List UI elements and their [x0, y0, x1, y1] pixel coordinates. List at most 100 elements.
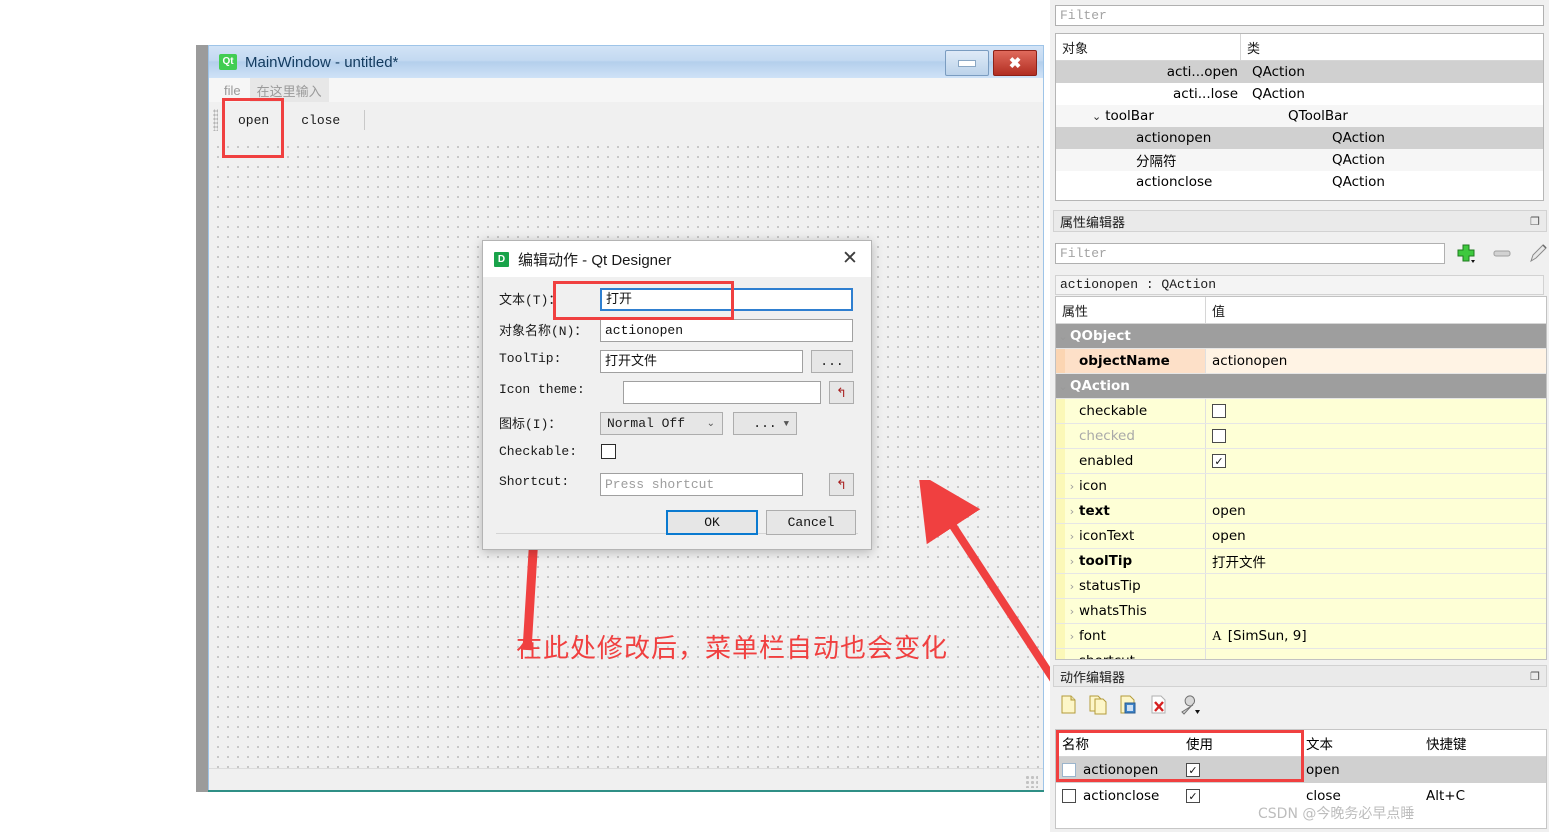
chevron-right-icon[interactable]: ›	[1065, 480, 1079, 493]
float-panel-icon[interactable]: ❐	[1530, 215, 1540, 228]
objectname-field-input[interactable]: actionopen	[600, 319, 853, 342]
chevron-right-icon[interactable]: ›	[1065, 555, 1079, 568]
icon-choose-button[interactable]: ... ▼	[733, 412, 797, 435]
tree-row[interactable]: acti...open QAction	[1056, 61, 1543, 83]
action-editor-title: 动作编辑器	[1060, 670, 1126, 686]
checkable-checkbox[interactable]	[1212, 404, 1226, 418]
icon-field-label: 图标(I)：	[499, 417, 562, 432]
icon-state-combobox[interactable]: Normal Off ⌄	[600, 412, 723, 435]
toolbar-action-close[interactable]: close	[289, 109, 352, 132]
property-row[interactable]: enabled ✓	[1056, 449, 1546, 474]
icon-state-value: Normal Off	[607, 416, 686, 431]
chevron-right-icon[interactable]: ›	[1065, 630, 1079, 643]
icontheme-field-input[interactable]	[623, 381, 821, 404]
property-group-row[interactable]: ⌄ QObject	[1056, 324, 1546, 349]
property-row[interactable]: › whatsThis	[1056, 599, 1546, 624]
property-group-row[interactable]: ⌄ QAction	[1056, 374, 1546, 399]
property-name: statusTip	[1079, 578, 1141, 594]
property-object-line: actionopen : QAction	[1055, 275, 1544, 295]
property-row[interactable]: › toolTip 打开文件	[1056, 549, 1546, 574]
paste-action-icon[interactable]	[1118, 694, 1139, 715]
object-filter-input[interactable]: Filter	[1055, 5, 1544, 26]
font-glyph-icon: A	[1212, 628, 1222, 643]
highlight-box-text-field	[553, 281, 734, 320]
toolbar-separator	[364, 110, 366, 130]
tree-row-class: QToolBar	[1288, 108, 1348, 124]
tooltip-field-label: ToolTip:	[499, 351, 562, 366]
chevron-down-icon[interactable]: ⌄	[1092, 110, 1101, 123]
configure-icon[interactable]	[1178, 694, 1202, 715]
form-menubar[interactable]: file 在这里输入	[209, 77, 1043, 103]
delete-action-icon[interactable]	[1148, 694, 1169, 715]
ok-button[interactable]: OK	[666, 510, 758, 535]
property-value[interactable]: [SimSun, 9]	[1228, 628, 1307, 644]
property-filter-input[interactable]: Filter	[1055, 243, 1445, 264]
tooltip-more-button[interactable]: ...	[811, 350, 853, 373]
tree-row-class: QAction	[1252, 64, 1305, 80]
property-editor-table[interactable]: 属性 值 ⌄ QObject objectName actionopen ⌄ QAc…	[1055, 296, 1547, 660]
chevron-down-icon[interactable]: ⌄	[1056, 330, 1070, 343]
property-row[interactable]: › text open	[1056, 499, 1546, 524]
action-editor-panel-bar[interactable]: 动作编辑器 ❐	[1053, 665, 1547, 687]
object-inspector-tree[interactable]: 对象 类 acti...open QAction acti...lose QAc…	[1055, 33, 1544, 201]
property-row[interactable]: objectName actionopen	[1056, 349, 1546, 374]
form-toolbar[interactable]: open close	[209, 102, 1043, 139]
property-row[interactable]: › icon	[1056, 474, 1546, 499]
property-editor-toolbar	[1455, 242, 1549, 264]
property-name: font	[1079, 628, 1106, 644]
property-row[interactable]: checkable	[1056, 399, 1546, 424]
tree-row[interactable]: 分隔符 QAction	[1056, 149, 1543, 171]
property-row[interactable]: checked	[1056, 424, 1546, 449]
chevron-right-icon[interactable]: ›	[1065, 505, 1079, 518]
chevron-right-icon[interactable]: ›	[1065, 530, 1079, 543]
tooltip-field-input[interactable]: 打开文件	[600, 350, 803, 373]
action-name: actionclose	[1083, 788, 1160, 804]
chevron-down-icon[interactable]: ⌄	[1056, 380, 1070, 393]
property-value[interactable]: open	[1206, 528, 1546, 544]
action-text: open	[1306, 762, 1340, 778]
property-value[interactable]: open	[1206, 503, 1546, 519]
checkable-checkbox[interactable]	[601, 444, 616, 459]
action-text: close	[1306, 788, 1341, 804]
chevron-right-icon[interactable]: ›	[1065, 655, 1079, 660]
close-icon[interactable]: ✕	[839, 248, 861, 270]
tree-row[interactable]: acti...lose QAction	[1056, 83, 1543, 105]
remove-property-icon[interactable]	[1491, 242, 1513, 264]
row-select-checkbox[interactable]	[1062, 789, 1076, 803]
property-editor-panel-bar[interactable]: 属性编辑器 ❐	[1053, 210, 1547, 232]
checked-checkbox[interactable]	[1212, 429, 1226, 443]
used-checkbox[interactable]: ✓	[1186, 789, 1200, 803]
float-panel-icon[interactable]: ❐	[1530, 670, 1540, 683]
property-name: QObject	[1070, 328, 1131, 344]
property-name: iconText	[1079, 528, 1135, 544]
main-window-titlebar: Qt MainWindow - untitled* ✖	[209, 46, 1043, 79]
column-header-shortcut: 快捷键	[1426, 737, 1467, 753]
enabled-checkbox[interactable]: ✓	[1212, 454, 1226, 468]
new-action-icon[interactable]	[1058, 694, 1079, 715]
edit-property-icon[interactable]	[1527, 242, 1549, 264]
cancel-button[interactable]: Cancel	[766, 510, 856, 535]
objectname-field-label: 对象名称(N)：	[499, 324, 588, 339]
form-bottom-accent	[208, 790, 1044, 792]
close-window-button[interactable]: ✖	[993, 50, 1037, 76]
property-row[interactable]: ›shortcut	[1056, 649, 1546, 660]
property-value[interactable]: actionopen	[1206, 353, 1546, 369]
property-row[interactable]: › statusTip	[1056, 574, 1546, 599]
minimize-button[interactable]	[945, 50, 989, 76]
chevron-right-icon[interactable]: ›	[1065, 580, 1079, 593]
tree-row[interactable]: ⌄ toolBar QToolBar	[1056, 105, 1543, 127]
shortcut-revert-icon[interactable]: ↰	[829, 473, 854, 496]
property-value[interactable]: 打开文件	[1206, 551, 1546, 571]
copy-action-icon[interactable]	[1088, 694, 1109, 715]
icontheme-revert-icon[interactable]: ↰	[829, 381, 854, 404]
tree-row[interactable]: actionclose QAction	[1056, 171, 1543, 193]
tree-row[interactable]: actionopen QAction	[1056, 127, 1543, 149]
tree-row-name: 分隔符	[1136, 154, 1177, 170]
chevron-right-icon[interactable]: ›	[1065, 605, 1079, 618]
property-row[interactable]: › font A [SimSun, 9]	[1056, 624, 1546, 649]
add-property-icon[interactable]	[1455, 242, 1477, 264]
property-row[interactable]: › iconText open	[1056, 524, 1546, 549]
resize-grip-icon[interactable]	[1025, 775, 1038, 788]
shortcut-field-input[interactable]: Press shortcut	[600, 473, 803, 496]
toolbar-grip-icon[interactable]	[213, 109, 218, 131]
